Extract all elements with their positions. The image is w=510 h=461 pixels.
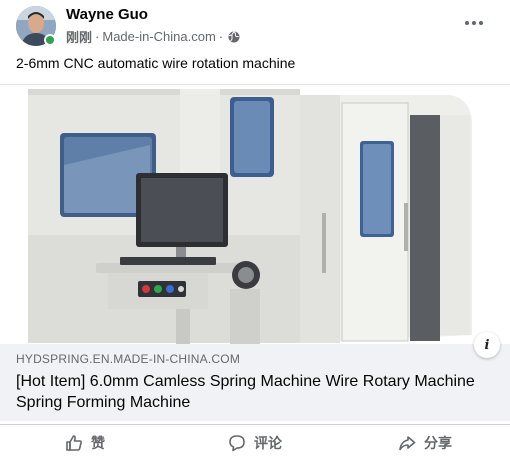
post-meta: 刚刚 · Made-in-China.com · (66, 27, 240, 46)
post-time[interactable]: 刚刚 (66, 27, 92, 46)
thumbs-up-icon (66, 435, 82, 451)
like-label: 赞 (91, 435, 105, 451)
author-name[interactable]: Wayne Guo (66, 6, 148, 23)
meta-separator: · (95, 29, 100, 44)
link-title[interactable]: [Hot Item] 6.0mm Camless Spring Machine … (16, 371, 486, 413)
like-button[interactable]: 赞 (0, 425, 170, 461)
online-status-dot (44, 34, 56, 46)
comment-icon (229, 435, 245, 452)
share-icon (399, 436, 416, 451)
post-source: Made-in-China.com (102, 29, 216, 44)
link-preview-image[interactable] (0, 84, 510, 344)
share-button[interactable]: 分享 (340, 425, 510, 461)
post-text: 2-6mm CNC automatic wire rotation machin… (16, 55, 296, 71)
spring-machine-image (0, 85, 510, 344)
info-icon[interactable]: i (474, 332, 500, 358)
link-preview-footer[interactable]: HYDSPRING.EN.MADE-IN-CHINA.COM [Hot Item… (0, 344, 510, 421)
feed-post: Wayne Guo 刚刚 · Made-in-China.com · 2-6mm… (0, 0, 510, 461)
comment-label: 评论 (254, 435, 282, 451)
link-domain: HYDSPRING.EN.MADE-IN-CHINA.COM (16, 352, 241, 366)
more-options-icon[interactable] (460, 12, 488, 34)
post-header: Wayne Guo 刚刚 · Made-in-China.com · (0, 0, 510, 50)
post-actions: 赞 评论 分享 (0, 424, 510, 461)
share-label: 分享 (424, 435, 452, 451)
meta-separator-2: · (218, 29, 224, 44)
comment-button[interactable]: 评论 (170, 425, 340, 461)
globe-icon[interactable] (228, 30, 240, 43)
link-preview[interactable]: i HYDSPRING.EN.MADE-IN-CHINA.COM [Hot It… (0, 84, 510, 421)
